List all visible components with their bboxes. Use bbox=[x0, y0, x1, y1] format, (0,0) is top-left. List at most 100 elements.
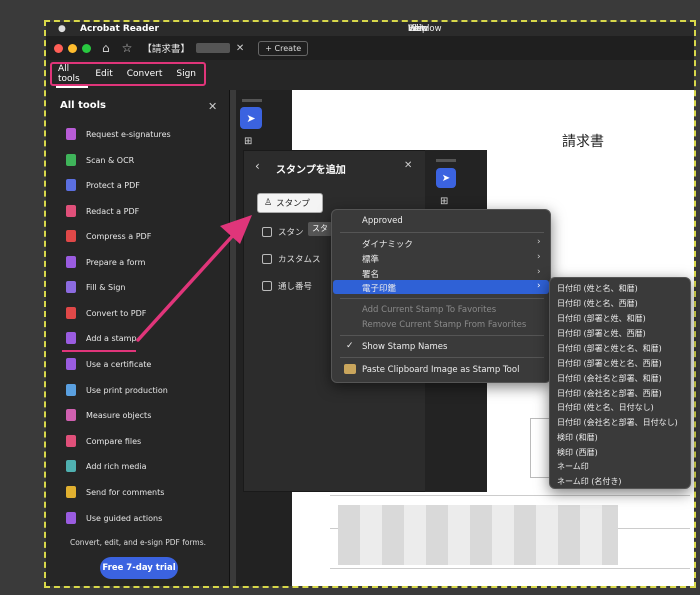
custom-stamp-icon bbox=[262, 254, 272, 264]
submenu-item[interactable]: 日付印 (部署と姓、和暦) bbox=[557, 313, 646, 324]
menu-item-dynamic[interactable]: ダイナミック bbox=[362, 238, 413, 250]
tool-label: Add rich media bbox=[86, 461, 147, 471]
serial-number-option[interactable]: 通し番号 bbox=[262, 280, 312, 292]
close-icon[interactable]: ✕ bbox=[404, 160, 412, 171]
tool-measure-objects[interactable]: Measure objects bbox=[66, 407, 151, 423]
toolbar-grip[interactable] bbox=[436, 159, 456, 162]
compress-icon bbox=[66, 230, 76, 242]
submenu-item[interactable]: 日付印 (会社名と部署、和暦) bbox=[557, 373, 662, 384]
tab-edit[interactable]: Edit bbox=[95, 69, 112, 79]
add-comment-icon[interactable]: ⊞ bbox=[244, 136, 252, 147]
tool-label: Compare files bbox=[86, 436, 142, 446]
menu-separator bbox=[340, 357, 544, 358]
submenu-item[interactable]: ネーム印 (名付き) bbox=[557, 476, 622, 487]
tool-guided-actions[interactable]: Use guided actions bbox=[66, 510, 162, 526]
tool-label: Send for comments bbox=[86, 487, 165, 497]
stamp-button[interactable]: ♙ スタンプ bbox=[257, 193, 323, 213]
app-name[interactable]: Acrobat Reader bbox=[80, 24, 159, 34]
tool-redact-pdf[interactable]: Redact a PDF bbox=[66, 203, 139, 219]
submenu-item[interactable]: 日付印 (部署と姓、西暦) bbox=[557, 328, 646, 339]
chevron-right-icon: › bbox=[537, 267, 541, 277]
mac-menubar: ● Acrobat Reader File Edit View Window H… bbox=[46, 22, 694, 36]
tool-label: Fill & Sign bbox=[86, 282, 126, 292]
chevron-right-icon: › bbox=[537, 237, 541, 247]
tool-label: Measure objects bbox=[86, 410, 152, 420]
close-icon[interactable]: ✕ bbox=[208, 100, 217, 113]
table-rule bbox=[330, 495, 690, 496]
free-trial-button[interactable]: Free 7-day trial bbox=[100, 557, 178, 579]
home-icon[interactable]: ⌂ bbox=[102, 41, 110, 55]
submenu-item[interactable]: 日付印 (姓と名、日付なし) bbox=[557, 402, 654, 413]
create-label: Create bbox=[274, 43, 302, 53]
menu-item-paste-clipboard[interactable]: Paste Clipboard Image as Stamp Tool bbox=[362, 365, 519, 375]
tool-convert-to-pdf[interactable]: Convert to PDF bbox=[66, 305, 146, 321]
menu-item-approved[interactable]: Approved bbox=[362, 216, 403, 226]
menu-help[interactable]: Help bbox=[408, 24, 427, 34]
submenu-item[interactable]: 日付印 (会社名と部署、日付なし) bbox=[557, 417, 678, 428]
stamp-icon bbox=[262, 227, 272, 237]
stamp-option-label: カスタムス bbox=[278, 255, 321, 265]
minimize-window-button[interactable] bbox=[68, 43, 77, 53]
form-icon bbox=[66, 256, 76, 268]
close-tab-icon[interactable]: ✕ bbox=[236, 43, 244, 54]
tool-scan-ocr[interactable]: Scan & OCR bbox=[66, 152, 134, 168]
tool-label: Use a certificate bbox=[86, 359, 152, 369]
submenu-item[interactable]: 検印 (西暦) bbox=[557, 447, 598, 458]
menu-separator bbox=[340, 298, 544, 299]
menu-item-digital-seal[interactable]: 電子印鑑 bbox=[362, 282, 396, 294]
submenu-item[interactable]: 日付印 (部署と姓と名、西暦) bbox=[557, 358, 662, 369]
submenu-item[interactable]: ネーム印 bbox=[557, 461, 589, 472]
chevron-right-icon: › bbox=[537, 252, 541, 262]
tool-prepare-form[interactable]: Prepare a form bbox=[66, 254, 145, 270]
tool-rich-media[interactable]: Add rich media bbox=[66, 458, 146, 474]
tab-convert[interactable]: Convert bbox=[127, 69, 163, 79]
tool-compress-pdf[interactable]: Compress a PDF bbox=[66, 228, 151, 244]
tool-send-comments[interactable]: Send for comments bbox=[66, 484, 164, 500]
stamp-icon bbox=[66, 332, 76, 344]
toolbar-grip[interactable] bbox=[242, 99, 262, 102]
tab-sign[interactable]: Sign bbox=[176, 69, 196, 79]
chevron-right-icon: › bbox=[537, 281, 541, 291]
stamp-button-label: スタンプ bbox=[276, 199, 310, 209]
stamp-option-1[interactable]: スタン bbox=[262, 226, 304, 238]
close-window-button[interactable] bbox=[54, 43, 63, 53]
tool-add-stamp[interactable]: Add a stamp bbox=[66, 330, 137, 346]
select-tool-icon[interactable]: ➤ bbox=[436, 168, 456, 188]
add-comment-icon[interactable]: ⊞ bbox=[440, 196, 448, 207]
submenu-item[interactable]: 日付印 (姓と名、和暦) bbox=[557, 283, 638, 294]
menu-item-standard[interactable]: 標準 bbox=[362, 253, 379, 265]
stamp-option-label: 通し番号 bbox=[278, 282, 313, 292]
back-icon[interactable]: ‹ bbox=[255, 159, 260, 173]
submenu-item[interactable]: 日付印 (会社名と部署、西暦) bbox=[557, 388, 662, 399]
tool-use-certificate[interactable]: Use a certificate bbox=[66, 356, 151, 372]
create-button[interactable]: + Create bbox=[258, 40, 309, 56]
menu-item-signature[interactable]: 署名 bbox=[362, 268, 379, 280]
document-table bbox=[530, 418, 550, 478]
tool-protect-pdf[interactable]: Protect a PDF bbox=[66, 177, 140, 193]
tab-all-tools[interactable]: All tools bbox=[58, 64, 81, 84]
tool-request-esignatures[interactable]: Request e-signatures bbox=[66, 126, 171, 142]
star-icon[interactable]: ☆ bbox=[122, 41, 133, 55]
menu-item-show-stamp-names[interactable]: Show Stamp Names bbox=[362, 342, 447, 352]
apple-icon[interactable]: ● bbox=[58, 24, 70, 34]
submenu-item[interactable]: 日付印 (部署と姓と名、和暦) bbox=[557, 343, 662, 354]
ruler-icon bbox=[66, 409, 76, 421]
print-icon bbox=[66, 384, 76, 396]
document-title: 請求書 bbox=[562, 134, 604, 150]
tool-label: Compress a PDF bbox=[86, 231, 152, 241]
guided-actions-icon bbox=[66, 512, 76, 524]
tool-compare-files[interactable]: Compare files bbox=[66, 433, 141, 449]
document-tab[interactable]: 【請求書】 bbox=[142, 41, 190, 55]
menu-item-remove-favorites: Remove Current Stamp From Favorites bbox=[362, 320, 527, 330]
redact-icon bbox=[66, 205, 76, 217]
tool-label: Redact a PDF bbox=[86, 206, 140, 216]
protect-icon bbox=[66, 179, 76, 191]
submenu-item[interactable]: 検印 (和暦) bbox=[557, 432, 598, 443]
submenu-item[interactable]: 日付印 (姓と名、西暦) bbox=[557, 298, 638, 309]
tool-fill-sign[interactable]: Fill & Sign bbox=[66, 279, 125, 295]
select-tool-icon[interactable]: ➤ bbox=[240, 107, 262, 129]
zoom-window-button[interactable] bbox=[82, 43, 91, 53]
tool-print-production[interactable]: Use print production bbox=[66, 382, 168, 398]
tool-label: Add a stamp bbox=[86, 333, 137, 343]
custom-stamp-option[interactable]: カスタムス bbox=[262, 253, 321, 265]
